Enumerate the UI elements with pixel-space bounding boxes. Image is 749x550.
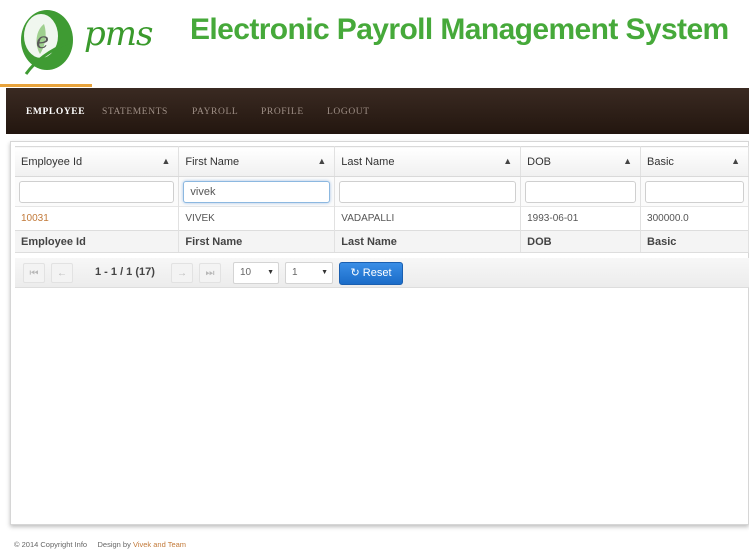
filter-basic-input[interactable] [645, 180, 744, 203]
filter-row [15, 176, 749, 207]
cell-employee-id[interactable]: 10031 [15, 206, 180, 231]
design-prefix: Design by [97, 540, 131, 549]
col-header-employee-id[interactable]: Employee Id ▲︎ [15, 146, 180, 177]
header: e pms Electronic Payroll Management Syst… [0, 0, 749, 88]
app-title: Electronic Payroll Management System [190, 13, 729, 46]
page-select-value: 1 [292, 267, 298, 278]
design-link[interactable]: Vivek and Team [133, 540, 186, 549]
col-header-basic[interactable]: Basic ▲︎ [640, 146, 749, 177]
col-header-label: Basic [647, 155, 674, 168]
header-row: Employee Id ▲︎ First Name ▲︎ Last Name ▲︎ D… [15, 146, 749, 177]
col-header-first-name[interactable]: First Name ▲︎ [178, 146, 336, 177]
prev-page-icon[interactable]: ← [51, 263, 73, 283]
filter-cell [15, 176, 180, 207]
filter-cell [640, 176, 749, 207]
sort-arrows-icon[interactable]: ▲︎ [317, 156, 326, 166]
footer-col-employee-id: Employee Id [15, 230, 180, 253]
filter-cell [334, 176, 522, 207]
page-select[interactable]: 1 ▼ [285, 262, 333, 284]
filter-last-name-input[interactable] [339, 180, 517, 203]
accent-line [0, 84, 92, 87]
sort-arrows-icon[interactable]: ▲︎ [623, 156, 632, 166]
cell-dob: 1993-06-01 [520, 206, 642, 231]
chevron-down-icon: ▼ [267, 269, 274, 276]
filter-employee-id-input[interactable] [19, 180, 175, 203]
nav-profile[interactable]: PROFILE [261, 107, 304, 117]
cell-last-name: VADAPALLI [334, 206, 522, 231]
paginator: ⏮︎ ← 1 - 1 / 1 (17) → ⏭︎ 10 ▼ 1 ▼ ↻ Reset [15, 258, 749, 288]
rows-per-page-value: 10 [240, 267, 252, 278]
col-header-label: Last Name [341, 155, 395, 168]
svg-text:e: e [36, 29, 49, 54]
footer-col-dob: DOB [520, 230, 642, 253]
sort-arrows-icon[interactable]: ▲︎ [161, 156, 170, 166]
table-row[interactable]: 10031 VIVEK VADAPALLI 1993-06-01 300000.… [15, 206, 749, 231]
sort-arrows-icon[interactable]: ▲︎ [503, 156, 512, 166]
footer-row: Employee Id First Name Last Name DOB Bas… [15, 230, 749, 253]
copyright-text: © 2014 Copyright Info [14, 540, 88, 549]
reset-button[interactable]: ↻ Reset [339, 262, 403, 285]
rows-per-page-select[interactable]: 10 ▼ [233, 262, 279, 284]
col-header-label: Employee Id [21, 155, 83, 168]
chevron-down-icon: ▼ [321, 269, 328, 276]
brand-text: pms [84, 14, 153, 54]
filter-cell [178, 176, 336, 207]
content-panel: Employee Id ▲︎ First Name ▲︎ Last Name ▲︎ D… [10, 141, 749, 525]
footer-col-basic: Basic [640, 230, 749, 253]
nav-logout[interactable]: LOGOUT [327, 107, 370, 117]
col-header-last-name[interactable]: Last Name ▲︎ [334, 146, 522, 177]
cell-basic: 300000.0 [640, 206, 749, 231]
col-header-label: DOB [527, 155, 551, 168]
employee-table: Employee Id ▲︎ First Name ▲︎ Last Name ▲︎ D… [15, 146, 749, 253]
footer-col-last-name: Last Name [334, 230, 522, 253]
footer-col-first-name: First Name [178, 230, 336, 253]
reset-label: Reset [362, 267, 392, 279]
cell-first-name: VIVEK [178, 206, 336, 231]
filter-first-name-input[interactable] [183, 180, 331, 203]
sort-arrows-icon[interactable]: ▲︎ [731, 156, 740, 166]
col-header-label: First Name [185, 155, 240, 168]
main-nav: EMPLOYEE STATEMENTS PAYROLL PROFILE LOGO… [6, 88, 749, 134]
first-page-icon[interactable]: ⏮︎ [23, 263, 45, 283]
page-footer: © 2014 Copyright Info Design by Vivek an… [14, 540, 186, 549]
leaf-logo-icon: e [21, 10, 73, 75]
last-page-icon[interactable]: ⏭︎ [199, 263, 221, 283]
nav-statements[interactable]: STATEMENTS [102, 107, 168, 117]
refresh-icon: ↻ [350, 267, 360, 279]
filter-cell [520, 176, 642, 207]
col-header-dob[interactable]: DOB ▲︎ [520, 146, 642, 177]
filter-dob-input[interactable] [525, 180, 637, 203]
nav-payroll[interactable]: PAYROLL [192, 107, 238, 117]
page-info: 1 - 1 / 1 (17) [95, 266, 155, 278]
next-page-icon[interactable]: → [171, 263, 193, 283]
nav-employee[interactable]: EMPLOYEE [26, 107, 85, 117]
